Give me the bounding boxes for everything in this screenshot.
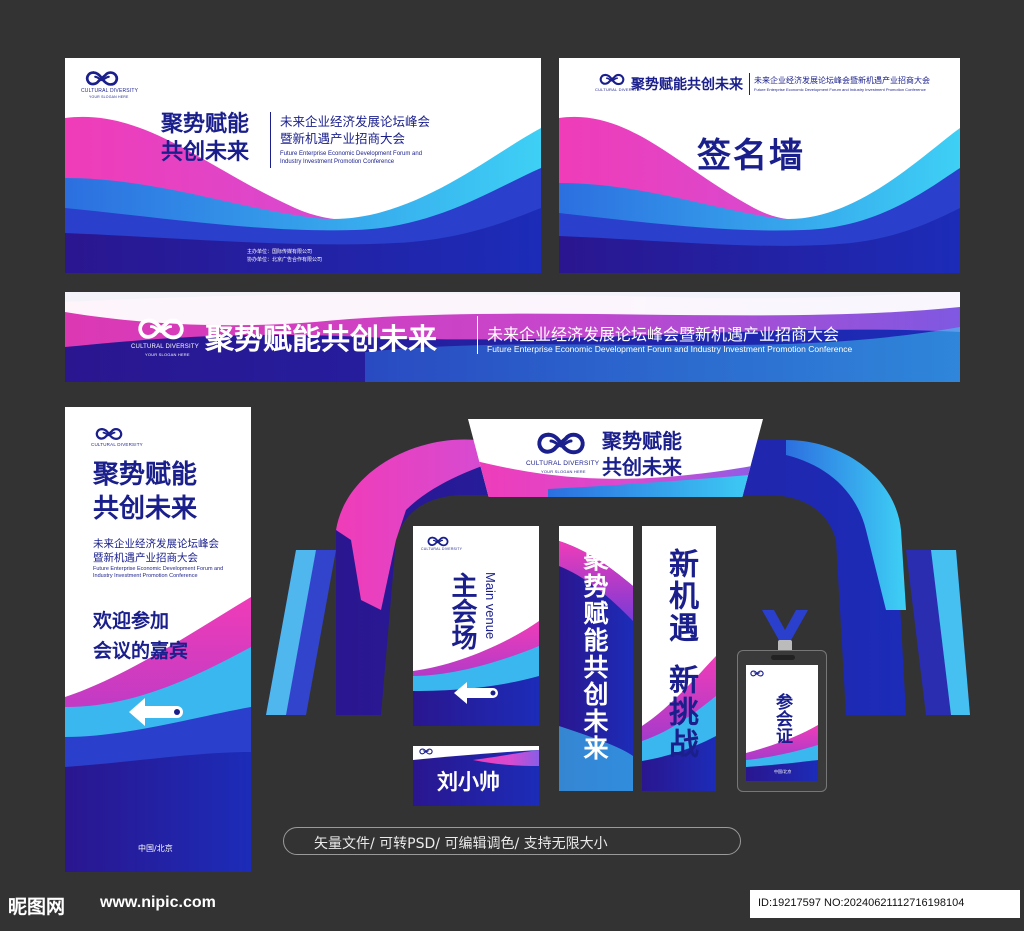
caption-pill: 矢量文件/ 可转PSD/ 可编辑调色/ 支持无限大小	[283, 827, 741, 855]
vertical-opportunity-banner: 新机遇 新挑战	[642, 526, 716, 791]
site-name: 昵图网	[8, 896, 66, 918]
image-id: ID:19217597 NO:20240621112716198104	[758, 897, 965, 909]
organizer-co: 协办单位：北京广告合作有限公司	[247, 257, 323, 263]
infinity-icon	[427, 536, 449, 547]
infinity-icon	[95, 427, 123, 441]
event-en-line2: Industry Investment Promotion Conference	[280, 159, 395, 165]
infinity-icon	[85, 70, 119, 87]
badge-location: 中国/北京	[774, 769, 792, 774]
logo-name: CULTURAL DIVERSITY	[81, 88, 139, 94]
event-title-line2: 暨新机遇产业招商大会	[280, 131, 406, 146]
slogan-line1: 聚势赋能	[93, 460, 198, 490]
logo-name: CULTURAL DIVERSITY	[131, 344, 199, 350]
welcome-line2: 会议的嘉宾	[93, 640, 189, 662]
event-title-line1: 未来企业经济发展论坛峰会	[93, 538, 219, 550]
arrow-left-icon	[454, 682, 498, 704]
event-title: 未来企业经济发展论坛峰会暨新机遇产业招商大会	[754, 76, 930, 85]
lanyard	[762, 610, 808, 654]
logo-name: CULTURAL DIVERSITY	[421, 547, 463, 551]
infinity-icon	[419, 748, 433, 755]
id-box: ID:19217597 NO:20240621112716198104	[750, 890, 1020, 918]
slogan-line2: 共创未来	[93, 494, 198, 524]
organizer-host: 主办单位：国际传媒有限公司	[247, 249, 313, 255]
backdrop-panel: CULTURAL DIVERSITY YOUR SLOGAN HERE 聚势赋能…	[65, 58, 541, 273]
event-title-line1: 未来企业经济发展论坛峰会	[280, 114, 431, 129]
divider	[749, 73, 750, 95]
infinity-icon	[599, 73, 625, 86]
caption-text: 矢量文件/ 可转PSD/ 可编辑调色/ 支持无限大小	[314, 836, 608, 852]
infinity-icon	[137, 317, 185, 341]
logo-slogan: YOUR SLOGAN HERE	[541, 469, 586, 474]
event-en-line1: Future Enterprise Economic Development F…	[280, 151, 423, 157]
welcome-line1: 欢迎参加	[93, 610, 170, 632]
venue-title: 主会场	[447, 572, 477, 650]
badge-slot	[771, 655, 795, 660]
slogan-line2: 共创未来	[161, 140, 250, 165]
divider	[270, 112, 271, 168]
arrow-left-icon	[129, 698, 183, 726]
signwall-title: 签名墙	[697, 136, 805, 176]
badge-title: 参会证	[772, 693, 792, 744]
logo-slogan: YOUR SLOGAN HERE	[89, 95, 129, 99]
horizontal-banner: CULTURAL DIVERSITY YOUR SLOGAN HERE 聚势赋能…	[65, 292, 960, 382]
opportunity-line2: 新挑战	[663, 664, 698, 760]
main-venue-sign: CULTURAL DIVERSITY 主会场 Main venue	[413, 526, 539, 726]
slogan-line2: 共创未来	[602, 455, 682, 479]
event-en: Future Enterprise Economic Development F…	[487, 344, 853, 354]
slogan: 聚势赋能共创未来	[631, 77, 743, 93]
opportunity-line1: 新机遇	[663, 548, 698, 644]
slogan: 聚势赋能共创未来	[205, 322, 438, 356]
table-nameplate: 刘小帅	[413, 746, 539, 806]
attendee-badge: 参会证 中国/北京	[737, 650, 827, 792]
vertical-slogan-banner: 聚势赋能共创未来	[559, 526, 633, 791]
logo-name: CULTURAL DIVERSITY	[91, 442, 143, 447]
slogan-line1: 聚势赋能	[602, 429, 682, 453]
logo-slogan: YOUR SLOGAN HERE	[145, 352, 190, 357]
site-url[interactable]: www.nipic.com	[100, 894, 216, 912]
arch-header-board: CULTURAL DIVERSITY YOUR SLOGAN HERE 聚势赋能…	[468, 419, 763, 497]
signature-wall-panel: CULTURAL DIVERSITY 聚势赋能共创未来 未来企业经济发展论坛峰会…	[559, 58, 960, 273]
logo-name: CULTURAL DIVERSITY	[526, 460, 600, 467]
venue-en: Main venue	[483, 572, 498, 640]
roll-up-standee: CULTURAL DIVERSITY 聚势赋能 共创未来 未来企业经济发展论坛峰…	[65, 407, 251, 872]
event-title-line2: 暨新机遇产业招商大会	[93, 552, 198, 564]
event-title: 未来企业经济发展论坛峰会暨新机遇产业招商大会	[487, 325, 840, 344]
event-en: Future Enterprise Economic Development F…	[754, 87, 926, 92]
location: 中国/北京	[138, 844, 173, 853]
event-en-line1: Future Enterprise Economic Development F…	[93, 566, 224, 572]
attendee-name: 刘小帅	[437, 770, 500, 794]
infinity-icon	[536, 431, 586, 456]
slogan-line1: 聚势赋能	[161, 112, 250, 137]
infinity-icon	[750, 670, 764, 677]
event-en-line2: Industry Investment Promotion Conference	[93, 573, 198, 579]
badge-card: 参会证 中国/北京	[746, 665, 818, 781]
vertical-slogan: 聚势赋能共创未来	[580, 546, 609, 762]
divider	[477, 316, 478, 354]
